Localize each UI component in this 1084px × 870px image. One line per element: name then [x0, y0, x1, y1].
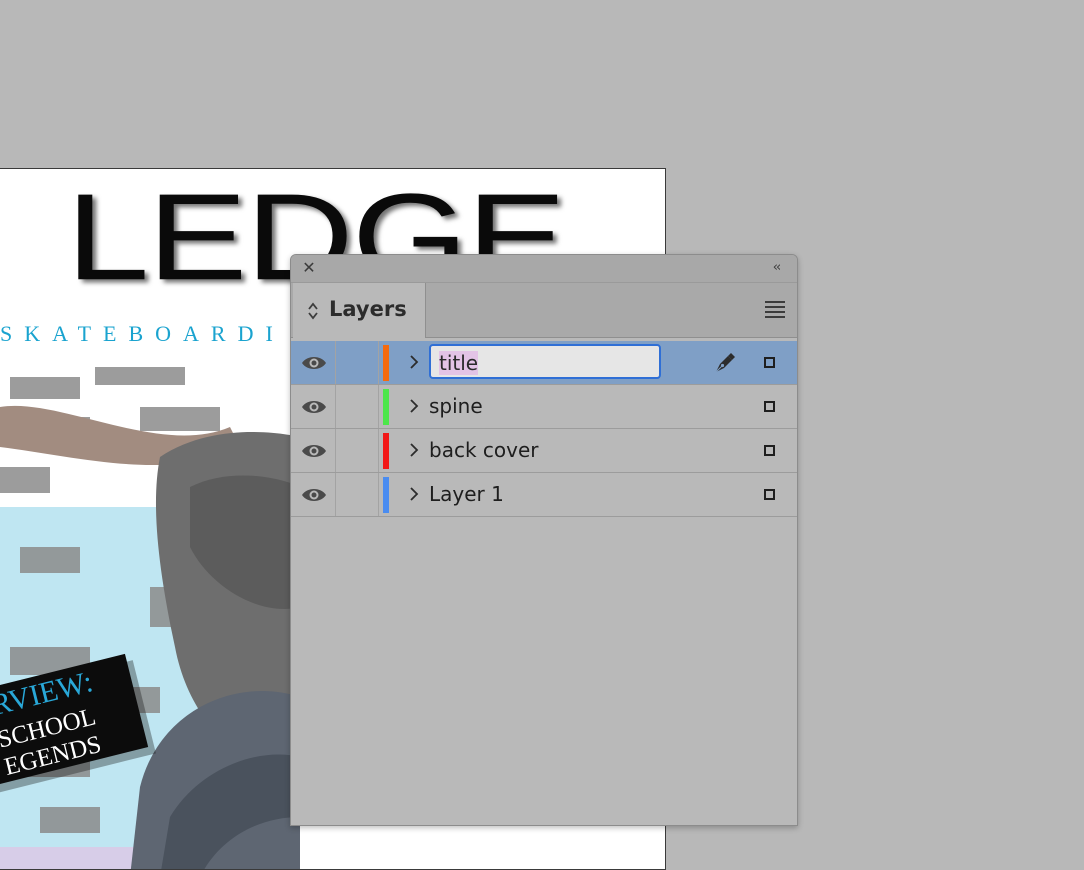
hamburger-menu-icon[interactable] — [765, 301, 785, 318]
panel-tab-strip: Layers — [291, 283, 797, 338]
layer-select-box[interactable] — [764, 489, 775, 500]
up-down-arrows-icon[interactable] — [307, 301, 319, 321]
eye-icon[interactable] — [301, 442, 327, 460]
layer-color-swatch — [383, 389, 389, 425]
lock-toggle[interactable] — [335, 429, 379, 472]
layer-select-box[interactable] — [764, 401, 775, 412]
layer-select-box[interactable] — [764, 445, 775, 456]
chevron-right-icon[interactable] — [409, 353, 419, 371]
tab-layers[interactable]: Layers — [293, 283, 426, 338]
panel-titlebar[interactable]: ✕ ‹‹ — [291, 255, 797, 283]
layer-name: spine — [429, 394, 483, 418]
chevron-right-icon[interactable] — [409, 485, 419, 503]
eye-icon[interactable] — [301, 354, 327, 372]
layer-color-swatch — [383, 433, 389, 469]
lock-toggle[interactable] — [335, 473, 379, 516]
layer-color-swatch — [383, 477, 389, 513]
layer-row-layer-1[interactable]: Layer 1 — [291, 473, 797, 517]
masthead-subtitle: SKATEBOARDI — [0, 321, 285, 346]
lock-toggle[interactable] — [335, 385, 379, 428]
layer-row-back-cover[interactable]: back cover — [291, 429, 797, 473]
layer-name: Layer 1 — [429, 482, 504, 506]
layer-row-title[interactable]: title — [291, 341, 797, 385]
close-icon[interactable]: ✕ — [301, 260, 317, 276]
pen-icon[interactable] — [713, 351, 737, 375]
layer-select-box[interactable] — [764, 357, 775, 368]
double-chevron-left-icon[interactable]: ‹‹ — [767, 260, 785, 276]
layer-name-text: title — [439, 351, 479, 375]
layers-panel: ✕ ‹‹ Layers title spine back cover Layer… — [290, 254, 798, 826]
chevron-right-icon[interactable] — [409, 441, 419, 459]
eye-icon[interactable] — [301, 486, 327, 504]
eye-icon[interactable] — [301, 398, 327, 416]
chevron-right-icon[interactable] — [409, 397, 419, 415]
layer-row-spine[interactable]: spine — [291, 385, 797, 429]
tab-label: Layers — [329, 297, 407, 321]
layer-color-swatch — [383, 345, 390, 381]
layer-name: back cover — [429, 438, 539, 462]
layer-list: title spine back cover Layer 1 — [291, 341, 797, 517]
layer-name-input[interactable]: title — [429, 344, 661, 379]
lock-toggle[interactable] — [335, 341, 379, 384]
